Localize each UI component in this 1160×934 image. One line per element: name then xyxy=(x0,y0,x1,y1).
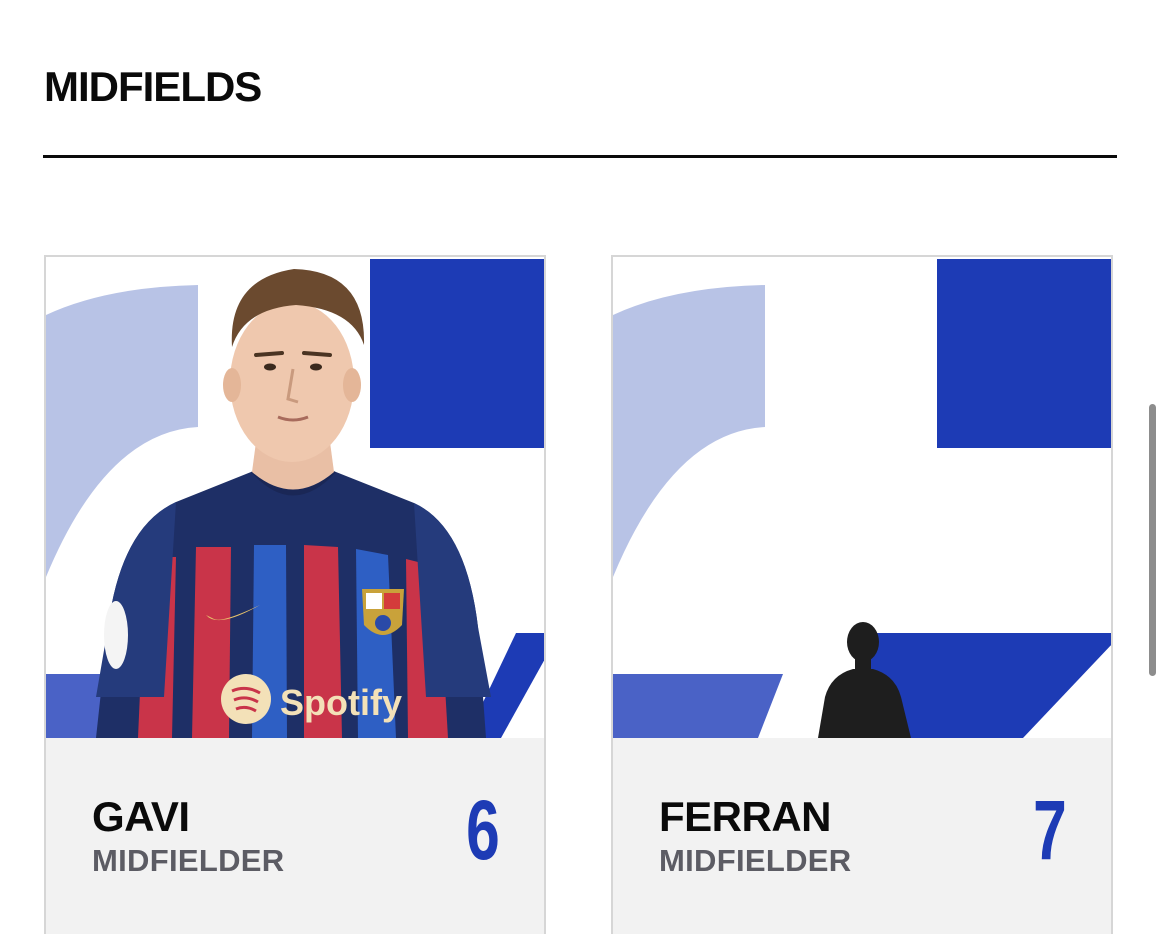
dark-blue-square xyxy=(370,259,544,448)
player-name: FERRAN xyxy=(659,793,832,840)
player-info: GAVI MIDFIELDER 6 xyxy=(46,738,544,934)
player-card-art: Spotify xyxy=(46,257,544,738)
player-card-art xyxy=(613,257,1111,738)
player-card-ferran[interactable]: FERRAN MIDFIELDER 7 xyxy=(611,255,1113,934)
sponsor-logo-text: Spotify xyxy=(280,682,402,723)
section-title: MIDFIELDS xyxy=(44,63,262,110)
light-blue-arc-shape xyxy=(613,285,765,577)
player-info: FERRAN MIDFIELDER 7 xyxy=(613,738,1111,934)
player-card-gavi[interactable]: Spotify GAVI MIDFIELDER 6 xyxy=(44,255,546,934)
player-number: 6 xyxy=(466,783,500,877)
scrollbar-thumb[interactable] xyxy=(1149,404,1156,676)
player-role: MIDFIELDER xyxy=(92,843,285,878)
bottom-left-blue-bar xyxy=(613,674,783,738)
card-background-graphic xyxy=(613,259,1111,738)
player-role: MIDFIELDER xyxy=(659,843,852,878)
card-background-graphic: Spotify xyxy=(46,259,544,738)
dark-blue-square xyxy=(937,259,1111,448)
vertical-scrollbar[interactable] xyxy=(1146,400,1160,680)
section-divider xyxy=(43,155,1117,158)
player-number: 7 xyxy=(1033,783,1067,877)
player-name: GAVI xyxy=(92,793,190,840)
page: MIDFIELDS Spotify GAVI MIDFIELDER 6 FERR… xyxy=(0,0,1160,934)
